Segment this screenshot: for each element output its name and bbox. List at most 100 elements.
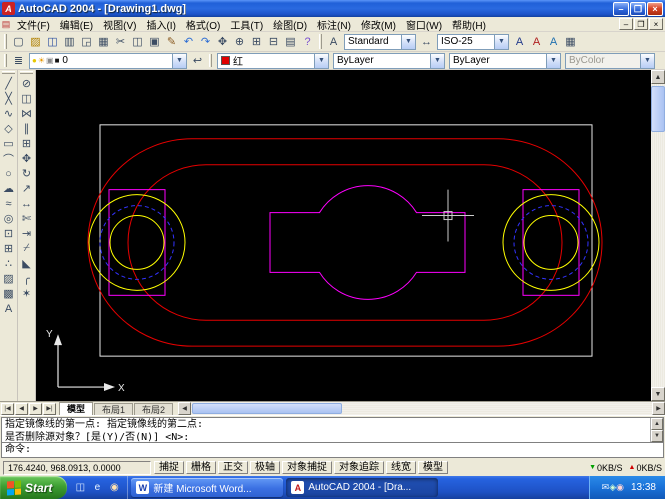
tab-last-button[interactable]: ▶| xyxy=(43,402,56,415)
menu-item[interactable]: 标注(N) xyxy=(312,17,356,32)
chevron-down-icon[interactable]: ▼ xyxy=(172,53,186,68)
scroll-down-icon[interactable]: ▼ xyxy=(651,430,663,442)
chevron-down-icon[interactable]: ▼ xyxy=(401,34,415,49)
redo-icon[interactable]: ↷ xyxy=(197,34,214,50)
publish-icon[interactable]: ▦ xyxy=(95,34,112,50)
task-word[interactable]: W 新建 Microsoft Word... xyxy=(131,478,284,497)
layer-combo[interactable]: ● ☀ ▣ ■ 0 ▼ xyxy=(29,52,187,69)
stretch-icon[interactable]: ↔ xyxy=(18,196,35,211)
copy-object-icon[interactable]: ◫ xyxy=(18,91,35,106)
restore-button[interactable]: ❐ xyxy=(630,1,646,16)
layer-previous-icon[interactable]: ↩ xyxy=(189,53,206,69)
color-combo[interactable]: 红 ▼ xyxy=(217,52,329,69)
status-toggle[interactable]: 极轴 xyxy=(250,461,280,474)
text-style-combo[interactable]: Standard ▼ xyxy=(344,33,416,50)
plot-preview-icon[interactable]: ◲ xyxy=(78,34,95,50)
dim-style-icon[interactable]: ↔ xyxy=(418,34,435,50)
undo-icon[interactable]: ↶ xyxy=(180,34,197,50)
tab-next-button[interactable]: ▶ xyxy=(29,402,42,415)
layout-tab[interactable]: 模型 xyxy=(59,402,94,415)
chevron-down-icon[interactable]: ▼ xyxy=(430,53,444,68)
status-toggle[interactable]: 线宽 xyxy=(386,461,416,474)
child-restore-button[interactable]: ❐ xyxy=(634,18,648,30)
menu-item[interactable]: 窗口(W) xyxy=(401,17,447,32)
line-icon[interactable]: ╱ xyxy=(0,76,17,91)
toolbar-grip[interactable] xyxy=(4,53,7,68)
minimize-button[interactable]: – xyxy=(613,1,629,16)
drawing-canvas[interactable]: Y X xyxy=(36,70,651,401)
mirror-icon[interactable]: ⋈ xyxy=(18,106,35,121)
tray-icon-3[interactable]: ◉ xyxy=(616,482,624,492)
close-button[interactable]: × xyxy=(647,1,663,16)
point-icon[interactable]: ∴ xyxy=(0,256,17,271)
menu-item[interactable]: 插入(I) xyxy=(141,17,180,32)
menu-item[interactable]: 帮助(H) xyxy=(447,17,491,32)
menu-item[interactable]: 文件(F) xyxy=(12,17,55,32)
revcloud-icon[interactable]: ☁ xyxy=(0,181,17,196)
vertical-scroll-track[interactable] xyxy=(651,132,665,387)
layer-properties-manager-icon[interactable]: ≣ xyxy=(10,53,27,69)
save-icon[interactable]: ◫ xyxy=(44,34,61,50)
toolbar-grip[interactable] xyxy=(19,71,34,74)
rectangle-icon[interactable]: ▭ xyxy=(0,136,17,151)
tab-prev-button[interactable]: ◀ xyxy=(15,402,28,415)
dim-update-icon[interactable]: A xyxy=(545,34,562,50)
status-toggle[interactable]: 模型 xyxy=(418,461,448,474)
horizontal-scroll-thumb[interactable] xyxy=(192,403,343,414)
toolbar-grip[interactable] xyxy=(209,53,212,68)
insert-block-icon[interactable]: ⊡ xyxy=(0,226,17,241)
chevron-down-icon[interactable]: ▼ xyxy=(314,53,328,68)
child-minimize-button[interactable]: – xyxy=(619,18,633,30)
text-style-manager-icon[interactable]: A xyxy=(511,34,528,50)
dim-style-manager-icon[interactable]: A xyxy=(528,34,545,50)
scroll-down-icon[interactable]: ▼ xyxy=(651,387,665,401)
left-bore-outer-circle[interactable] xyxy=(88,194,186,291)
zoom-previous-icon[interactable]: ⊟ xyxy=(265,34,282,50)
move-icon[interactable]: ✥ xyxy=(18,151,35,166)
center-boss[interactable] xyxy=(269,185,466,300)
menu-item[interactable]: 修改(M) xyxy=(356,17,401,32)
explode-icon[interactable]: ✶ xyxy=(18,286,35,301)
scroll-up-icon[interactable]: ▲ xyxy=(651,418,663,430)
command-history[interactable]: 指定镜像线的第一点: 指定镜像线的第二点: 是否删除源对象？[是(Y)/否(N)]… xyxy=(1,417,664,443)
inner-profile[interactable] xyxy=(127,164,563,321)
linetype-combo[interactable]: ByLayer ▼ xyxy=(333,52,445,69)
quick-launch-media-icon[interactable]: ◉ xyxy=(107,481,121,495)
region-icon[interactable]: ▩ xyxy=(0,286,17,301)
left-bore-inner-circle[interactable] xyxy=(109,215,165,270)
new-icon[interactable]: ▢ xyxy=(10,34,27,50)
ellipse-icon[interactable]: ◎ xyxy=(0,211,17,226)
plot-icon[interactable]: ▥ xyxy=(61,34,78,50)
polygon-icon[interactable]: ◇ xyxy=(0,121,17,136)
open-icon[interactable]: ▨ xyxy=(27,34,44,50)
properties-icon[interactable]: ▤ xyxy=(282,34,299,50)
quick-launch-show-desktop-icon[interactable]: ◫ xyxy=(73,481,87,495)
part-outline-rect[interactable] xyxy=(99,124,593,357)
text-style-icon[interactable]: A xyxy=(325,34,342,50)
chevron-down-icon[interactable]: ▼ xyxy=(546,53,560,68)
right-bolt-circle-dashed[interactable] xyxy=(513,205,589,280)
layout-tab[interactable]: 布局2 xyxy=(134,403,174,415)
offset-icon[interactable]: ∥ xyxy=(18,121,35,136)
scroll-left-icon[interactable]: ◀ xyxy=(178,402,192,415)
copy-icon[interactable]: ◫ xyxy=(129,34,146,50)
scroll-right-icon[interactable]: ▶ xyxy=(652,402,665,415)
table-style-icon[interactable]: ▦ xyxy=(562,34,579,50)
menu-item[interactable]: 工具(T) xyxy=(225,17,268,32)
coordinate-display[interactable]: 176.4240, 968.0913, 0.0000 xyxy=(3,460,151,475)
fillet-icon[interactable]: ╭ xyxy=(18,271,35,286)
arc-icon[interactable]: ⌒ xyxy=(0,151,17,166)
chamfer-icon[interactable]: ◣ xyxy=(18,256,35,271)
erase-icon[interactable]: ⊘ xyxy=(18,76,35,91)
menu-item[interactable]: 格式(O) xyxy=(181,17,225,32)
child-close-button[interactable]: × xyxy=(649,18,663,30)
scroll-up-icon[interactable]: ▲ xyxy=(651,70,665,84)
toolbar-grip[interactable] xyxy=(319,33,322,50)
right-bore-outer-circle[interactable] xyxy=(502,194,600,291)
mtext-icon[interactable]: A xyxy=(0,301,17,316)
status-toggle[interactable]: 正交 xyxy=(218,461,248,474)
status-toggle[interactable]: 栅格 xyxy=(186,461,216,474)
dim-style-combo[interactable]: ISO-25 ▼ xyxy=(437,33,509,50)
hatch-icon[interactable]: ▨ xyxy=(0,271,17,286)
lineweight-combo[interactable]: ByLayer ▼ xyxy=(449,52,561,69)
